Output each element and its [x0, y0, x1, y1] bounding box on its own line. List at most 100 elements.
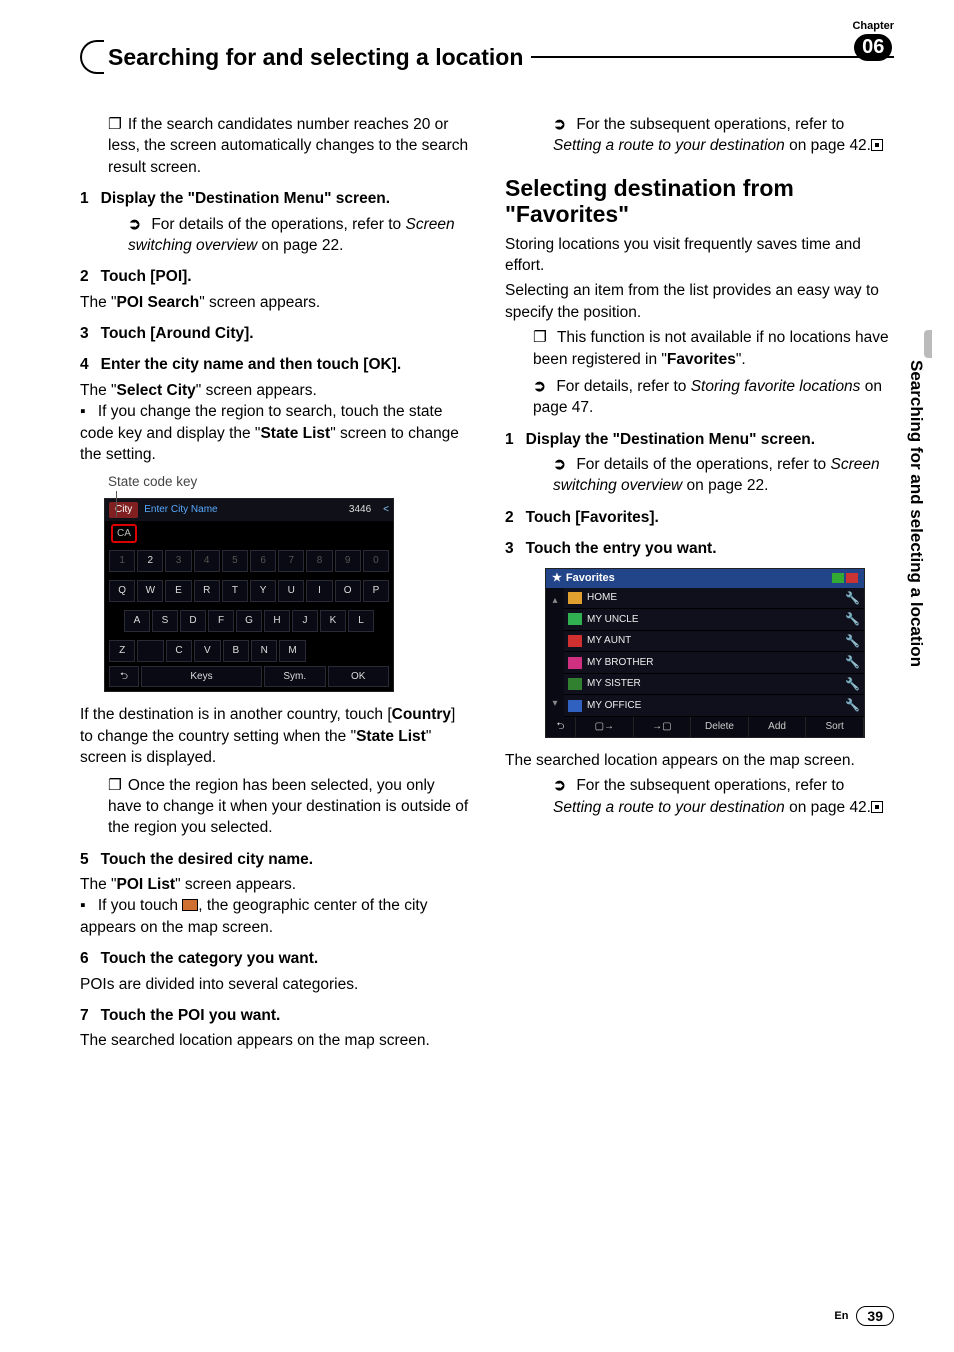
- key-j[interactable]: J: [292, 610, 318, 632]
- key-p[interactable]: P: [363, 580, 389, 602]
- step-6-body: POIs are divided into several categories…: [80, 974, 469, 995]
- edit-icon[interactable]: 🔧: [845, 611, 860, 628]
- key-t[interactable]: T: [222, 580, 248, 602]
- favorites-list-item[interactable]: MY AUNT🔧: [564, 631, 864, 653]
- step-number: 2: [505, 509, 514, 526]
- favorites-list-item[interactable]: MY SISTER🔧: [564, 674, 864, 696]
- key-y[interactable]: Y: [250, 580, 276, 602]
- key-2[interactable]: 2: [137, 550, 163, 572]
- edit-icon[interactable]: 🔧: [845, 590, 860, 607]
- key-h[interactable]: H: [264, 610, 290, 632]
- flag-icon-1[interactable]: [832, 573, 844, 583]
- key-b[interactable]: B: [223, 640, 249, 662]
- favorites-store-ref: For details, refer to Storing favorite l…: [505, 376, 894, 419]
- step-number: 1: [80, 190, 89, 207]
- key-9[interactable]: 9: [335, 550, 361, 572]
- back-button[interactable]: ⮌: [546, 717, 576, 737]
- step-number: 3: [80, 325, 89, 342]
- key-o[interactable]: O: [335, 580, 361, 602]
- key-4[interactable]: 4: [194, 550, 220, 572]
- key-7[interactable]: 7: [278, 550, 304, 572]
- step-text: Display the "Destination Menu" screen.: [101, 190, 390, 207]
- text: ".: [736, 351, 746, 368]
- ref-italic: Setting a route to your destination: [553, 799, 785, 816]
- intro-para-2: Selecting an item from the list provides…: [505, 280, 894, 323]
- step-number: 6: [80, 950, 89, 967]
- key-c[interactable]: C: [166, 640, 192, 662]
- step-4-bullet: If you change the region to search, touc…: [80, 401, 469, 465]
- chapter-number: 06: [854, 34, 892, 61]
- city-input-hint[interactable]: Enter City Name: [144, 503, 217, 517]
- step-5: 5Touch the desired city name.: [80, 849, 469, 870]
- state-code-key[interactable]: CA: [111, 524, 137, 544]
- key-5[interactable]: 5: [222, 550, 248, 572]
- edit-icon[interactable]: 🔧: [845, 697, 860, 714]
- key-k[interactable]: K: [320, 610, 346, 632]
- key-f[interactable]: F: [208, 610, 234, 632]
- column-right: For the subsequent operations, refer to …: [505, 114, 894, 1052]
- text-bold: Favorites: [667, 351, 736, 368]
- key-g[interactable]: G: [236, 610, 262, 632]
- key-a[interactable]: A: [124, 610, 150, 632]
- keyboard-row-numbers: 1 2 3 4 5 6 7 8 9 0: [105, 546, 393, 576]
- export-button[interactable]: ▢→: [576, 717, 634, 737]
- import-button[interactable]: →▢: [634, 717, 692, 737]
- favorites-list-item[interactable]: HOME🔧: [564, 588, 864, 610]
- ok-button[interactable]: OK: [328, 666, 390, 688]
- footer-lang: En: [834, 1310, 848, 1322]
- favorites-unavailable-note: This function is not available if no loc…: [505, 327, 894, 370]
- key-3[interactable]: 3: [165, 550, 191, 572]
- key-i[interactable]: I: [306, 580, 332, 602]
- text-bold: Country: [392, 706, 451, 723]
- city-tab[interactable]: City: [109, 502, 138, 518]
- text-bold: Select City: [117, 382, 196, 399]
- back-button[interactable]: ⮌: [109, 666, 139, 688]
- edit-icon[interactable]: 🔧: [845, 654, 860, 671]
- key-u[interactable]: U: [278, 580, 304, 602]
- key-8[interactable]: 8: [306, 550, 332, 572]
- step-number: 7: [80, 1007, 89, 1024]
- collapse-arrow-icon[interactable]: <: [383, 503, 389, 517]
- flag-icon-2[interactable]: [846, 573, 858, 583]
- key-n[interactable]: N: [251, 640, 277, 662]
- key-w[interactable]: W: [137, 580, 163, 602]
- page-header: Searching for and selecting a location: [80, 40, 894, 74]
- step-1-ref: For details of the operations, refer to …: [80, 214, 469, 257]
- favorites-list-item[interactable]: MY BROTHER🔧: [564, 652, 864, 674]
- key-z[interactable]: Z: [109, 640, 135, 662]
- favorites-list-item[interactable]: MY OFFICE🔧: [564, 695, 864, 717]
- fav-step-2: 2Touch [Favorites].: [505, 507, 894, 528]
- text: If you touch: [98, 897, 182, 914]
- step-1: 1 Display the "Destination Menu" screen.: [80, 188, 469, 209]
- favorites-list-item[interactable]: MY UNCLE🔧: [564, 609, 864, 631]
- edit-icon[interactable]: 🔧: [845, 633, 860, 650]
- key-1[interactable]: 1: [109, 550, 135, 572]
- sym-button[interactable]: Sym.: [264, 666, 326, 688]
- key-d[interactable]: D: [180, 610, 206, 632]
- step-text: Touch the POI you want.: [101, 1007, 281, 1024]
- key-blank[interactable]: [137, 640, 163, 662]
- scroll-down-icon[interactable]: ▾: [552, 697, 557, 711]
- chapter-label: Chapter: [852, 20, 894, 32]
- text: If the destination is in another country…: [80, 706, 392, 723]
- key-0[interactable]: 0: [363, 550, 389, 572]
- key-6[interactable]: 6: [250, 550, 276, 572]
- keys-button[interactable]: Keys: [141, 666, 262, 688]
- step-5-body: The "POI List" screen appears.: [80, 874, 469, 895]
- step-text: Enter the city name and then touch [OK].: [101, 356, 402, 373]
- key-m[interactable]: M: [279, 640, 305, 662]
- edit-icon[interactable]: 🔧: [845, 676, 860, 693]
- step-4: 4Enter the city name and then touch [OK]…: [80, 354, 469, 375]
- delete-button[interactable]: Delete: [691, 717, 749, 737]
- key-l[interactable]: L: [348, 610, 374, 632]
- key-s[interactable]: S: [152, 610, 178, 632]
- section-heading-favorites: Selecting destination from "Favorites": [505, 175, 894, 228]
- key-v[interactable]: V: [194, 640, 220, 662]
- key-q[interactable]: Q: [109, 580, 135, 602]
- add-button[interactable]: Add: [749, 717, 807, 737]
- scroll-up-icon[interactable]: ▴: [552, 594, 557, 608]
- key-e[interactable]: E: [165, 580, 191, 602]
- key-r[interactable]: R: [194, 580, 220, 602]
- sort-button[interactable]: Sort: [806, 717, 864, 737]
- chapter-badge: Chapter 06: [852, 20, 894, 61]
